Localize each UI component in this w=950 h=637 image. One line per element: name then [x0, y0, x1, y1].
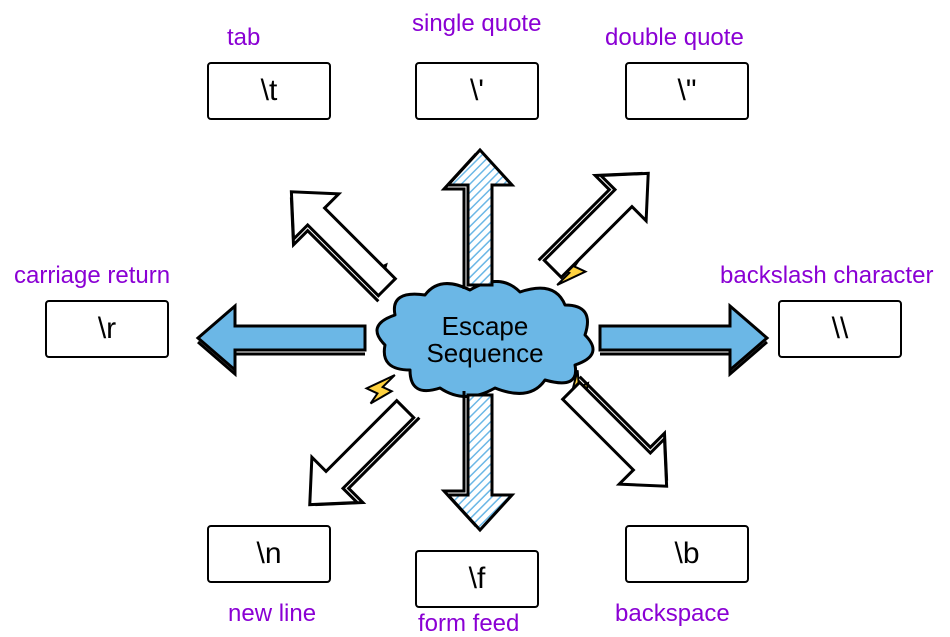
label-new-line: new line	[228, 600, 316, 628]
code-text: \f	[469, 562, 486, 596]
arrow-upright-icon	[540, 150, 690, 300]
code-text: \n	[256, 537, 281, 571]
code-text: \t	[261, 74, 278, 108]
code-text: \b	[674, 537, 699, 571]
code-text: \"	[678, 74, 697, 108]
center-text-line2: Sequence	[426, 340, 543, 367]
code-text: \\	[832, 312, 849, 346]
arrow-up-icon	[440, 145, 520, 285]
code-box-backspace: \b	[625, 525, 749, 583]
label-backslash: backslash character	[720, 262, 933, 290]
code-box-backslash: \\	[778, 300, 902, 358]
code-text: \r	[98, 312, 116, 346]
code-box-carriage-return: \r	[45, 300, 169, 358]
center-text-line1: Escape	[442, 313, 529, 340]
label-backspace: backspace	[615, 600, 730, 628]
arrow-downright-icon	[540, 378, 690, 528]
label-carriage-return: carriage return	[14, 262, 170, 290]
arrow-upleft-icon	[268, 150, 418, 300]
label-single-quote: single quote	[412, 10, 541, 38]
code-box-new-line: \n	[207, 525, 331, 583]
code-box-tab: \t	[207, 62, 331, 120]
code-box-single-quote: \'	[415, 62, 539, 120]
arrow-downleft-icon	[268, 378, 418, 528]
label-double-quote: double quote	[605, 24, 744, 52]
code-box-form-feed: \f	[415, 550, 539, 608]
arrow-right-icon	[600, 298, 775, 378]
arrow-down-icon	[440, 395, 520, 535]
code-box-double-quote: \"	[625, 62, 749, 120]
label-tab: tab	[227, 24, 260, 52]
arrow-left-icon	[190, 298, 365, 378]
code-text: \'	[470, 74, 484, 108]
label-form-feed: form feed	[418, 610, 519, 637]
